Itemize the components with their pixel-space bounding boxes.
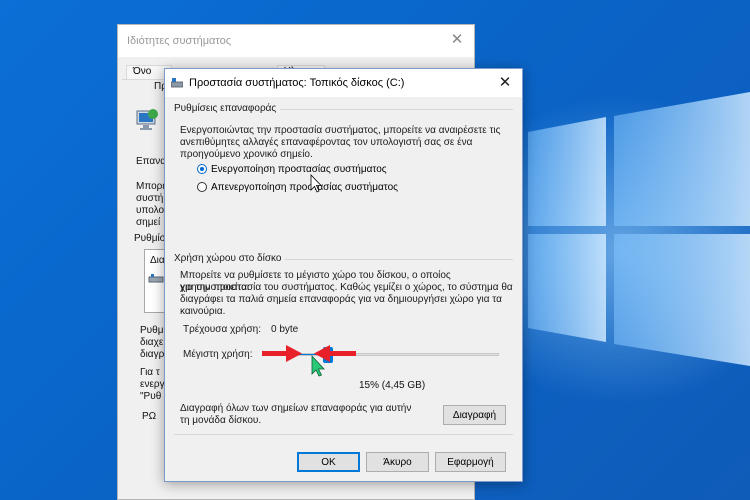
cancel-button[interactable]: Άκυρο	[366, 452, 429, 472]
tab-label: Όνο	[133, 66, 152, 77]
disk-description-line: καινούρια.	[180, 306, 226, 317]
radio-disable-label: Απενεργοποίηση προστασίας συστήματος	[211, 181, 398, 193]
restore-settings-label: Ρυθμίσεις επαναφοράς	[174, 103, 281, 114]
drive-icon	[171, 78, 183, 88]
footer-divider	[174, 434, 513, 435]
restore-description-line: ανεπιθύμητες αλλαγές επαναφέροντας τον υ…	[180, 137, 473, 148]
radio-button-checked[interactable]	[197, 164, 207, 174]
back-label: ΡΩ	[142, 411, 157, 422]
back-label: σημεί	[136, 217, 161, 228]
back-label: Για τ	[140, 367, 160, 378]
disk-description-line: για την προστασία του συστήματος. Καθώς …	[180, 282, 513, 293]
restore-settings-group: Ρυθμίσεις επαναφοράς	[174, 103, 513, 115]
delete-button[interactable]: Διαγραφή	[443, 405, 506, 425]
ok-button[interactable]: OK	[297, 452, 360, 472]
back-label: υπολο	[136, 205, 165, 216]
max-usage-label: Μέγιστη χρήση:	[183, 349, 253, 360]
delete-description-line: τη μονάδα δίσκου.	[180, 415, 262, 426]
system-properties-titlebar: Ιδιότητες συστήματος ✕	[118, 25, 474, 57]
back-label: συστή	[136, 193, 164, 204]
max-usage-slider-thumb[interactable]	[323, 347, 334, 363]
computer-shield-icon	[136, 109, 158, 130]
back-label: διαγρ	[140, 349, 165, 360]
disk-description-line: διαγράφει τα παλιά σημεία επαναφοράς για…	[180, 294, 502, 305]
drive-icon	[148, 274, 164, 283]
back-label: Ρυθμίσ	[134, 233, 166, 244]
dialog-titlebar: Προστασία συστήματος: Τοπικός δίσκος (C:…	[165, 69, 522, 97]
current-usage-value: 0 byte	[271, 324, 299, 335]
radio-button-unchecked[interactable]	[197, 182, 207, 192]
system-properties-title: Ιδιότητες συστήματος	[127, 35, 232, 47]
back-label: Ρυθμ	[140, 325, 164, 336]
back-label: ενεργ	[140, 379, 165, 390]
disk-usage-label: Χρήση χώρου στο δίσκο	[174, 253, 286, 264]
back-label: διαχε	[140, 337, 164, 348]
restore-description-line: προηγούμενο χρονικό σημείο.	[180, 149, 313, 160]
disk-usage-group: Χρήση χώρου στο δίσκο	[174, 253, 513, 265]
system-protection-dialog: Προστασία συστήματος: Τοπικός δίσκος (C:…	[164, 68, 523, 482]
current-usage-label: Τρέχουσα χρήση:	[183, 324, 262, 335]
restore-description-line: Ενεργοποιώντας την προστασία συστήματος,…	[180, 125, 501, 136]
radio-enable-label: Ενεργοποίηση προστασίας συστήματος	[211, 163, 387, 175]
delete-description-line: Διαγραφή όλων των σημείων επαναφοράς για…	[180, 403, 412, 414]
close-icon[interactable]: ✕	[447, 30, 467, 50]
back-label: "Ρυθ	[140, 391, 162, 402]
dialog-title: Προστασία συστήματος: Τοπικός δίσκος (C:…	[189, 77, 405, 89]
apply-button[interactable]: Εφαρμογή	[435, 452, 506, 472]
max-usage-percent: 15% (4,45 GB)	[359, 380, 426, 391]
radio-enable-protection[interactable]: Ενεργοποίηση προστασίας συστήματος	[197, 162, 387, 176]
close-icon[interactable]: ✕	[494, 72, 516, 94]
radio-disable-protection[interactable]: Απενεργοποίηση προστασίας συστήματος	[197, 180, 398, 194]
back-label: Δια	[150, 255, 165, 266]
